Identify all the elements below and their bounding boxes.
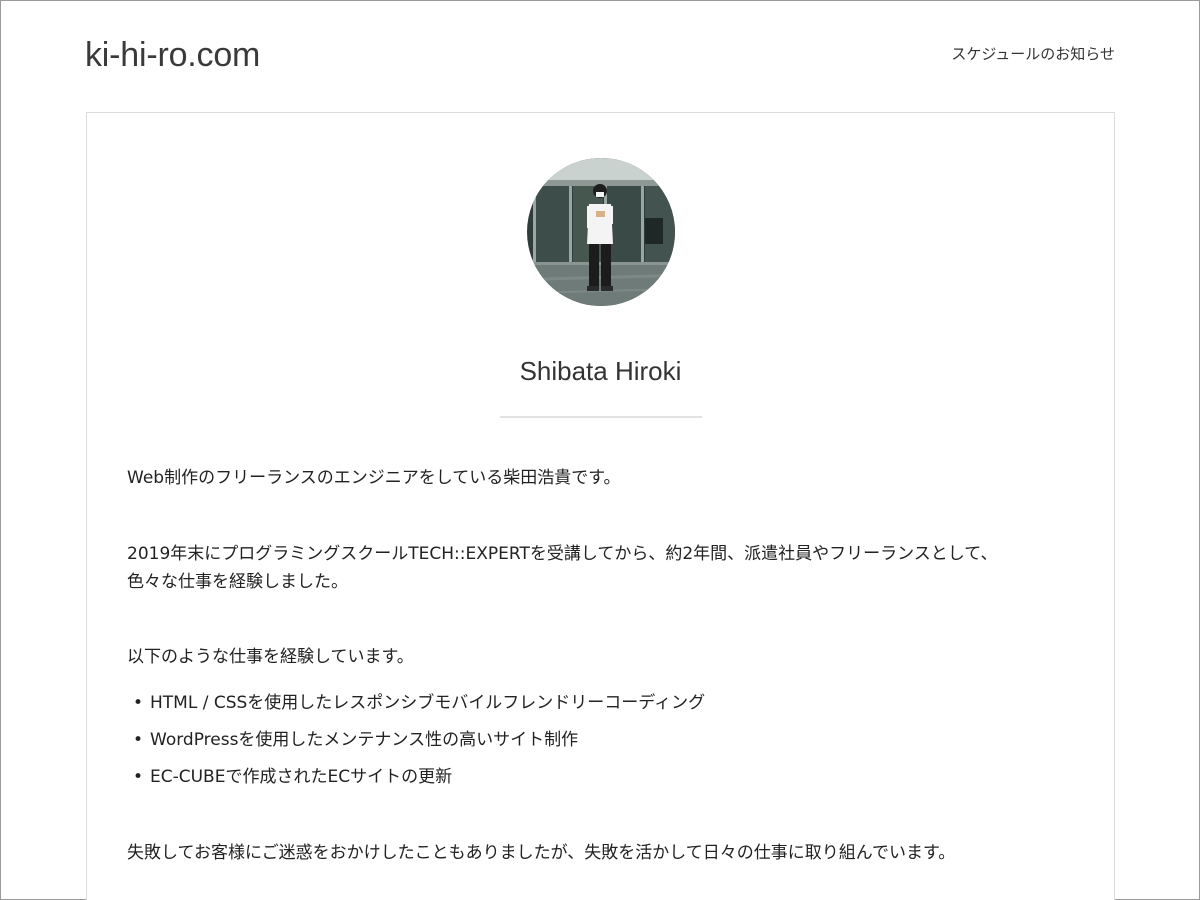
closing-paragraph: 失敗してお客様にご迷惑をおかけしたこともありましたが、失敗を活かして日々の仕事に… <box>127 843 956 863</box>
bullet-icon: • <box>133 767 144 787</box>
profile-photo <box>527 158 675 306</box>
history-line-1: 2019年末にプログラミングスクールTECH::EXPERTを受講してから、約2… <box>127 544 998 564</box>
experience-item-wordpress: WordPressを使用したメンテナンス性の高いサイト制作 <box>150 730 579 750</box>
list-item: • EC-CUBEで作成されたECサイトの更新 <box>127 759 1087 796</box>
intro-paragraph: Web制作のフリーランスのエンジニアをしている柴田浩貴です。 <box>127 468 621 488</box>
experience-list: • HTML / CSSを使用したレスポンシブモバイルフレンドリーコーディング … <box>127 685 1087 796</box>
profile-card: Shibata Hiroki Web制作のフリーランスのエンジニアをしている柴田… <box>86 112 1115 900</box>
experience-item-html-css: HTML / CSSを使用したレスポンシブモバイルフレンドリーコーディング <box>150 693 706 713</box>
list-item: • WordPressを使用したメンテナンス性の高いサイト制作 <box>127 722 1087 759</box>
bullet-icon: • <box>133 693 144 713</box>
nav-item-schedule: スケジュールのお知らせ <box>951 44 1115 64</box>
profile-photo-image <box>527 158 675 306</box>
site-title-link[interactable]: ki-hi-ro.com <box>85 33 260 77</box>
bullet-icon: • <box>133 730 144 750</box>
experience-intro: 以下のような仕事を経験しています。 <box>127 647 414 667</box>
name-divider <box>500 416 702 418</box>
nav-link-schedule[interactable]: スケジュールのお知らせ <box>951 45 1115 63</box>
site-header: ki-hi-ro.com スケジュールのお知らせ <box>1 1 1199 111</box>
list-item: • HTML / CSSを使用したレスポンシブモバイルフレンドリーコーディング <box>127 685 1087 722</box>
header-nav: スケジュールのお知らせ <box>951 44 1115 64</box>
history-paragraph: 2019年末にプログラミングスクールTECH::EXPERTを受講してから、約2… <box>127 540 1087 596</box>
profile-name: Shibata Hiroki <box>519 356 682 386</box>
history-line-2: 色々な仕事を経験しました。 <box>127 572 348 592</box>
experience-item-ec-cube: EC-CUBEで作成されたECサイトの更新 <box>150 767 453 787</box>
